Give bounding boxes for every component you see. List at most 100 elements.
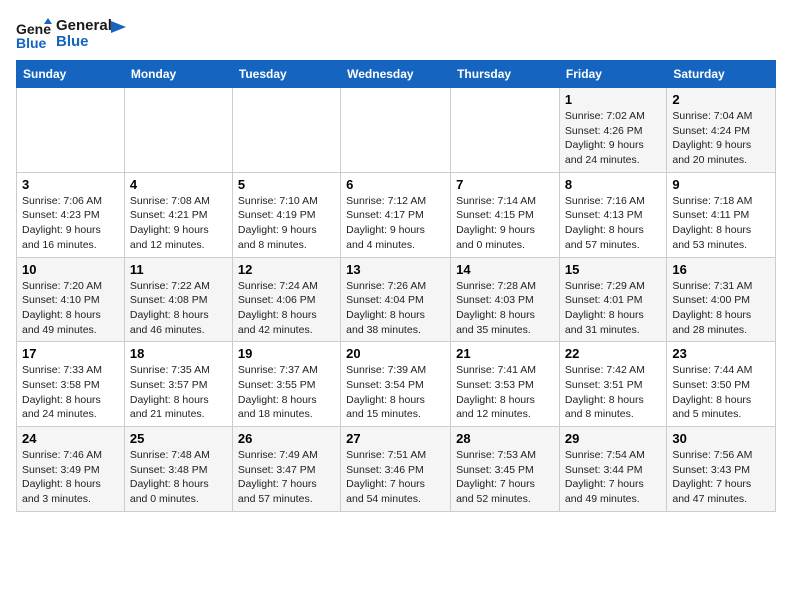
day-cell: 18 Sunrise: 7:35 AM Sunset: 3:57 PM Dayli… [124, 342, 232, 427]
day-info: Sunrise: 7:12 AM Sunset: 4:17 PM Dayligh… [346, 194, 445, 253]
day-info: Sunrise: 7:18 AM Sunset: 4:11 PM Dayligh… [672, 194, 770, 253]
weekday-header-thursday: Thursday [451, 61, 560, 88]
day-number: 30 [672, 431, 770, 446]
day-number: 27 [346, 431, 445, 446]
day-info: Sunrise: 7:39 AM Sunset: 3:54 PM Dayligh… [346, 363, 445, 422]
day-info: Sunrise: 7:22 AM Sunset: 4:08 PM Dayligh… [130, 279, 227, 338]
week-row-1: 1 Sunrise: 7:02 AM Sunset: 4:26 PM Daylig… [17, 88, 776, 173]
day-number: 17 [22, 346, 119, 361]
day-info: Sunrise: 7:06 AM Sunset: 4:23 PM Dayligh… [22, 194, 119, 253]
day-info: Sunrise: 7:53 AM Sunset: 3:45 PM Dayligh… [456, 448, 554, 507]
week-row-4: 17 Sunrise: 7:33 AM Sunset: 3:58 PM Dayli… [17, 342, 776, 427]
day-cell: 7Sunrise: 7:14 AM Sunset: 4:15 PM Daylig… [451, 172, 560, 257]
day-cell: 28 Sunrise: 7:53 AM Sunset: 3:45 PM Dayli… [451, 427, 560, 512]
day-info: Sunrise: 7:41 AM Sunset: 3:53 PM Dayligh… [456, 363, 554, 422]
day-cell: 19 Sunrise: 7:37 AM Sunset: 3:55 PM Dayli… [232, 342, 340, 427]
day-cell [451, 88, 560, 173]
day-cell: 6 Sunrise: 7:12 AM Sunset: 4:17 PM Daylig… [341, 172, 451, 257]
day-number: 14 [456, 262, 554, 277]
day-info: Sunrise: 7:04 AM Sunset: 4:24 PM Dayligh… [672, 109, 770, 168]
day-number: 26 [238, 431, 335, 446]
day-cell [124, 88, 232, 173]
day-cell: 8 Sunrise: 7:16 AM Sunset: 4:13 PM Daylig… [559, 172, 666, 257]
day-info: Sunrise: 7:54 AM Sunset: 3:44 PM Dayligh… [565, 448, 661, 507]
week-row-5: 24Sunrise: 7:46 AM Sunset: 3:49 PM Dayli… [17, 427, 776, 512]
day-info: Sunrise: 7:56 AM Sunset: 3:43 PM Dayligh… [672, 448, 770, 507]
day-number: 4 [130, 177, 227, 192]
day-cell: 14Sunrise: 7:28 AM Sunset: 4:03 PM Dayli… [451, 257, 560, 342]
header: General Blue General Blue [16, 16, 776, 52]
day-number: 8 [565, 177, 661, 192]
weekday-header-sunday: Sunday [17, 61, 125, 88]
day-cell [17, 88, 125, 173]
weekday-header-row: SundayMondayTuesdayWednesdayThursdayFrid… [17, 61, 776, 88]
day-number: 28 [456, 431, 554, 446]
day-cell: 13Sunrise: 7:26 AM Sunset: 4:04 PM Dayli… [341, 257, 451, 342]
day-info: Sunrise: 7:37 AM Sunset: 3:55 PM Dayligh… [238, 363, 335, 422]
day-cell: 17 Sunrise: 7:33 AM Sunset: 3:58 PM Dayli… [17, 342, 125, 427]
day-cell: 12 Sunrise: 7:24 AM Sunset: 4:06 PM Dayli… [232, 257, 340, 342]
day-number: 6 [346, 177, 445, 192]
day-info: Sunrise: 7:16 AM Sunset: 4:13 PM Dayligh… [565, 194, 661, 253]
day-number: 10 [22, 262, 119, 277]
svg-text:Blue: Blue [16, 35, 47, 51]
day-info: Sunrise: 7:02 AM Sunset: 4:26 PM Dayligh… [565, 109, 661, 168]
day-cell: 16 Sunrise: 7:31 AM Sunset: 4:00 PM Dayli… [667, 257, 776, 342]
day-cell: 10 Sunrise: 7:20 AM Sunset: 4:10 PM Dayli… [17, 257, 125, 342]
day-number: 29 [565, 431, 661, 446]
weekday-header-monday: Monday [124, 61, 232, 88]
day-cell: 4Sunrise: 7:08 AM Sunset: 4:21 PM Daylig… [124, 172, 232, 257]
day-number: 5 [238, 177, 335, 192]
calendar-table: SundayMondayTuesdayWednesdayThursdayFrid… [16, 60, 776, 512]
day-info: Sunrise: 7:33 AM Sunset: 3:58 PM Dayligh… [22, 363, 119, 422]
day-number: 13 [346, 262, 445, 277]
day-number: 22 [565, 346, 661, 361]
day-info: Sunrise: 7:14 AM Sunset: 4:15 PM Dayligh… [456, 194, 554, 253]
day-info: Sunrise: 7:24 AM Sunset: 4:06 PM Dayligh… [238, 279, 335, 338]
day-cell: 26 Sunrise: 7:49 AM Sunset: 3:47 PM Dayli… [232, 427, 340, 512]
week-row-2: 3 Sunrise: 7:06 AM Sunset: 4:23 PM Daylig… [17, 172, 776, 257]
day-number: 3 [22, 177, 119, 192]
day-info: Sunrise: 7:20 AM Sunset: 4:10 PM Dayligh… [22, 279, 119, 338]
day-number: 18 [130, 346, 227, 361]
day-number: 11 [130, 262, 227, 277]
day-cell: 27 Sunrise: 7:51 AM Sunset: 3:46 PM Dayli… [341, 427, 451, 512]
day-cell: 2 Sunrise: 7:04 AM Sunset: 4:24 PM Daylig… [667, 88, 776, 173]
logo-flag-icon [108, 19, 128, 39]
day-cell: 15Sunrise: 7:29 AM Sunset: 4:01 PM Dayli… [559, 257, 666, 342]
day-number: 2 [672, 92, 770, 107]
weekday-header-friday: Friday [559, 61, 666, 88]
day-cell [341, 88, 451, 173]
logo-blue: Blue [56, 34, 112, 51]
day-cell: 24Sunrise: 7:46 AM Sunset: 3:49 PM Dayli… [17, 427, 125, 512]
day-cell: 23Sunrise: 7:44 AM Sunset: 3:50 PM Dayli… [667, 342, 776, 427]
day-cell: 29 Sunrise: 7:54 AM Sunset: 3:44 PM Dayli… [559, 427, 666, 512]
day-info: Sunrise: 7:35 AM Sunset: 3:57 PM Dayligh… [130, 363, 227, 422]
day-cell: 1 Sunrise: 7:02 AM Sunset: 4:26 PM Daylig… [559, 88, 666, 173]
day-cell: 5 Sunrise: 7:10 AM Sunset: 4:19 PM Daylig… [232, 172, 340, 257]
day-number: 20 [346, 346, 445, 361]
day-number: 1 [565, 92, 661, 107]
day-info: Sunrise: 7:29 AM Sunset: 4:01 PM Dayligh… [565, 279, 661, 338]
weekday-header-tuesday: Tuesday [232, 61, 340, 88]
day-cell: 11 Sunrise: 7:22 AM Sunset: 4:08 PM Dayli… [124, 257, 232, 342]
day-cell [232, 88, 340, 173]
day-info: Sunrise: 7:51 AM Sunset: 3:46 PM Dayligh… [346, 448, 445, 507]
logo-general: General [56, 18, 112, 35]
day-cell: 25Sunrise: 7:48 AM Sunset: 3:48 PM Dayli… [124, 427, 232, 512]
day-number: 19 [238, 346, 335, 361]
logo: General Blue General Blue [16, 16, 128, 52]
day-cell: 21Sunrise: 7:41 AM Sunset: 3:53 PM Dayli… [451, 342, 560, 427]
logo-icon: General Blue [16, 16, 52, 52]
day-cell: 22 Sunrise: 7:42 AM Sunset: 3:51 PM Dayli… [559, 342, 666, 427]
day-number: 24 [22, 431, 119, 446]
day-info: Sunrise: 7:31 AM Sunset: 4:00 PM Dayligh… [672, 279, 770, 338]
day-info: Sunrise: 7:10 AM Sunset: 4:19 PM Dayligh… [238, 194, 335, 253]
day-number: 16 [672, 262, 770, 277]
week-row-3: 10 Sunrise: 7:20 AM Sunset: 4:10 PM Dayli… [17, 257, 776, 342]
day-info: Sunrise: 7:42 AM Sunset: 3:51 PM Dayligh… [565, 363, 661, 422]
day-number: 12 [238, 262, 335, 277]
day-info: Sunrise: 7:49 AM Sunset: 3:47 PM Dayligh… [238, 448, 335, 507]
day-cell: 9Sunrise: 7:18 AM Sunset: 4:11 PM Daylig… [667, 172, 776, 257]
day-info: Sunrise: 7:44 AM Sunset: 3:50 PM Dayligh… [672, 363, 770, 422]
